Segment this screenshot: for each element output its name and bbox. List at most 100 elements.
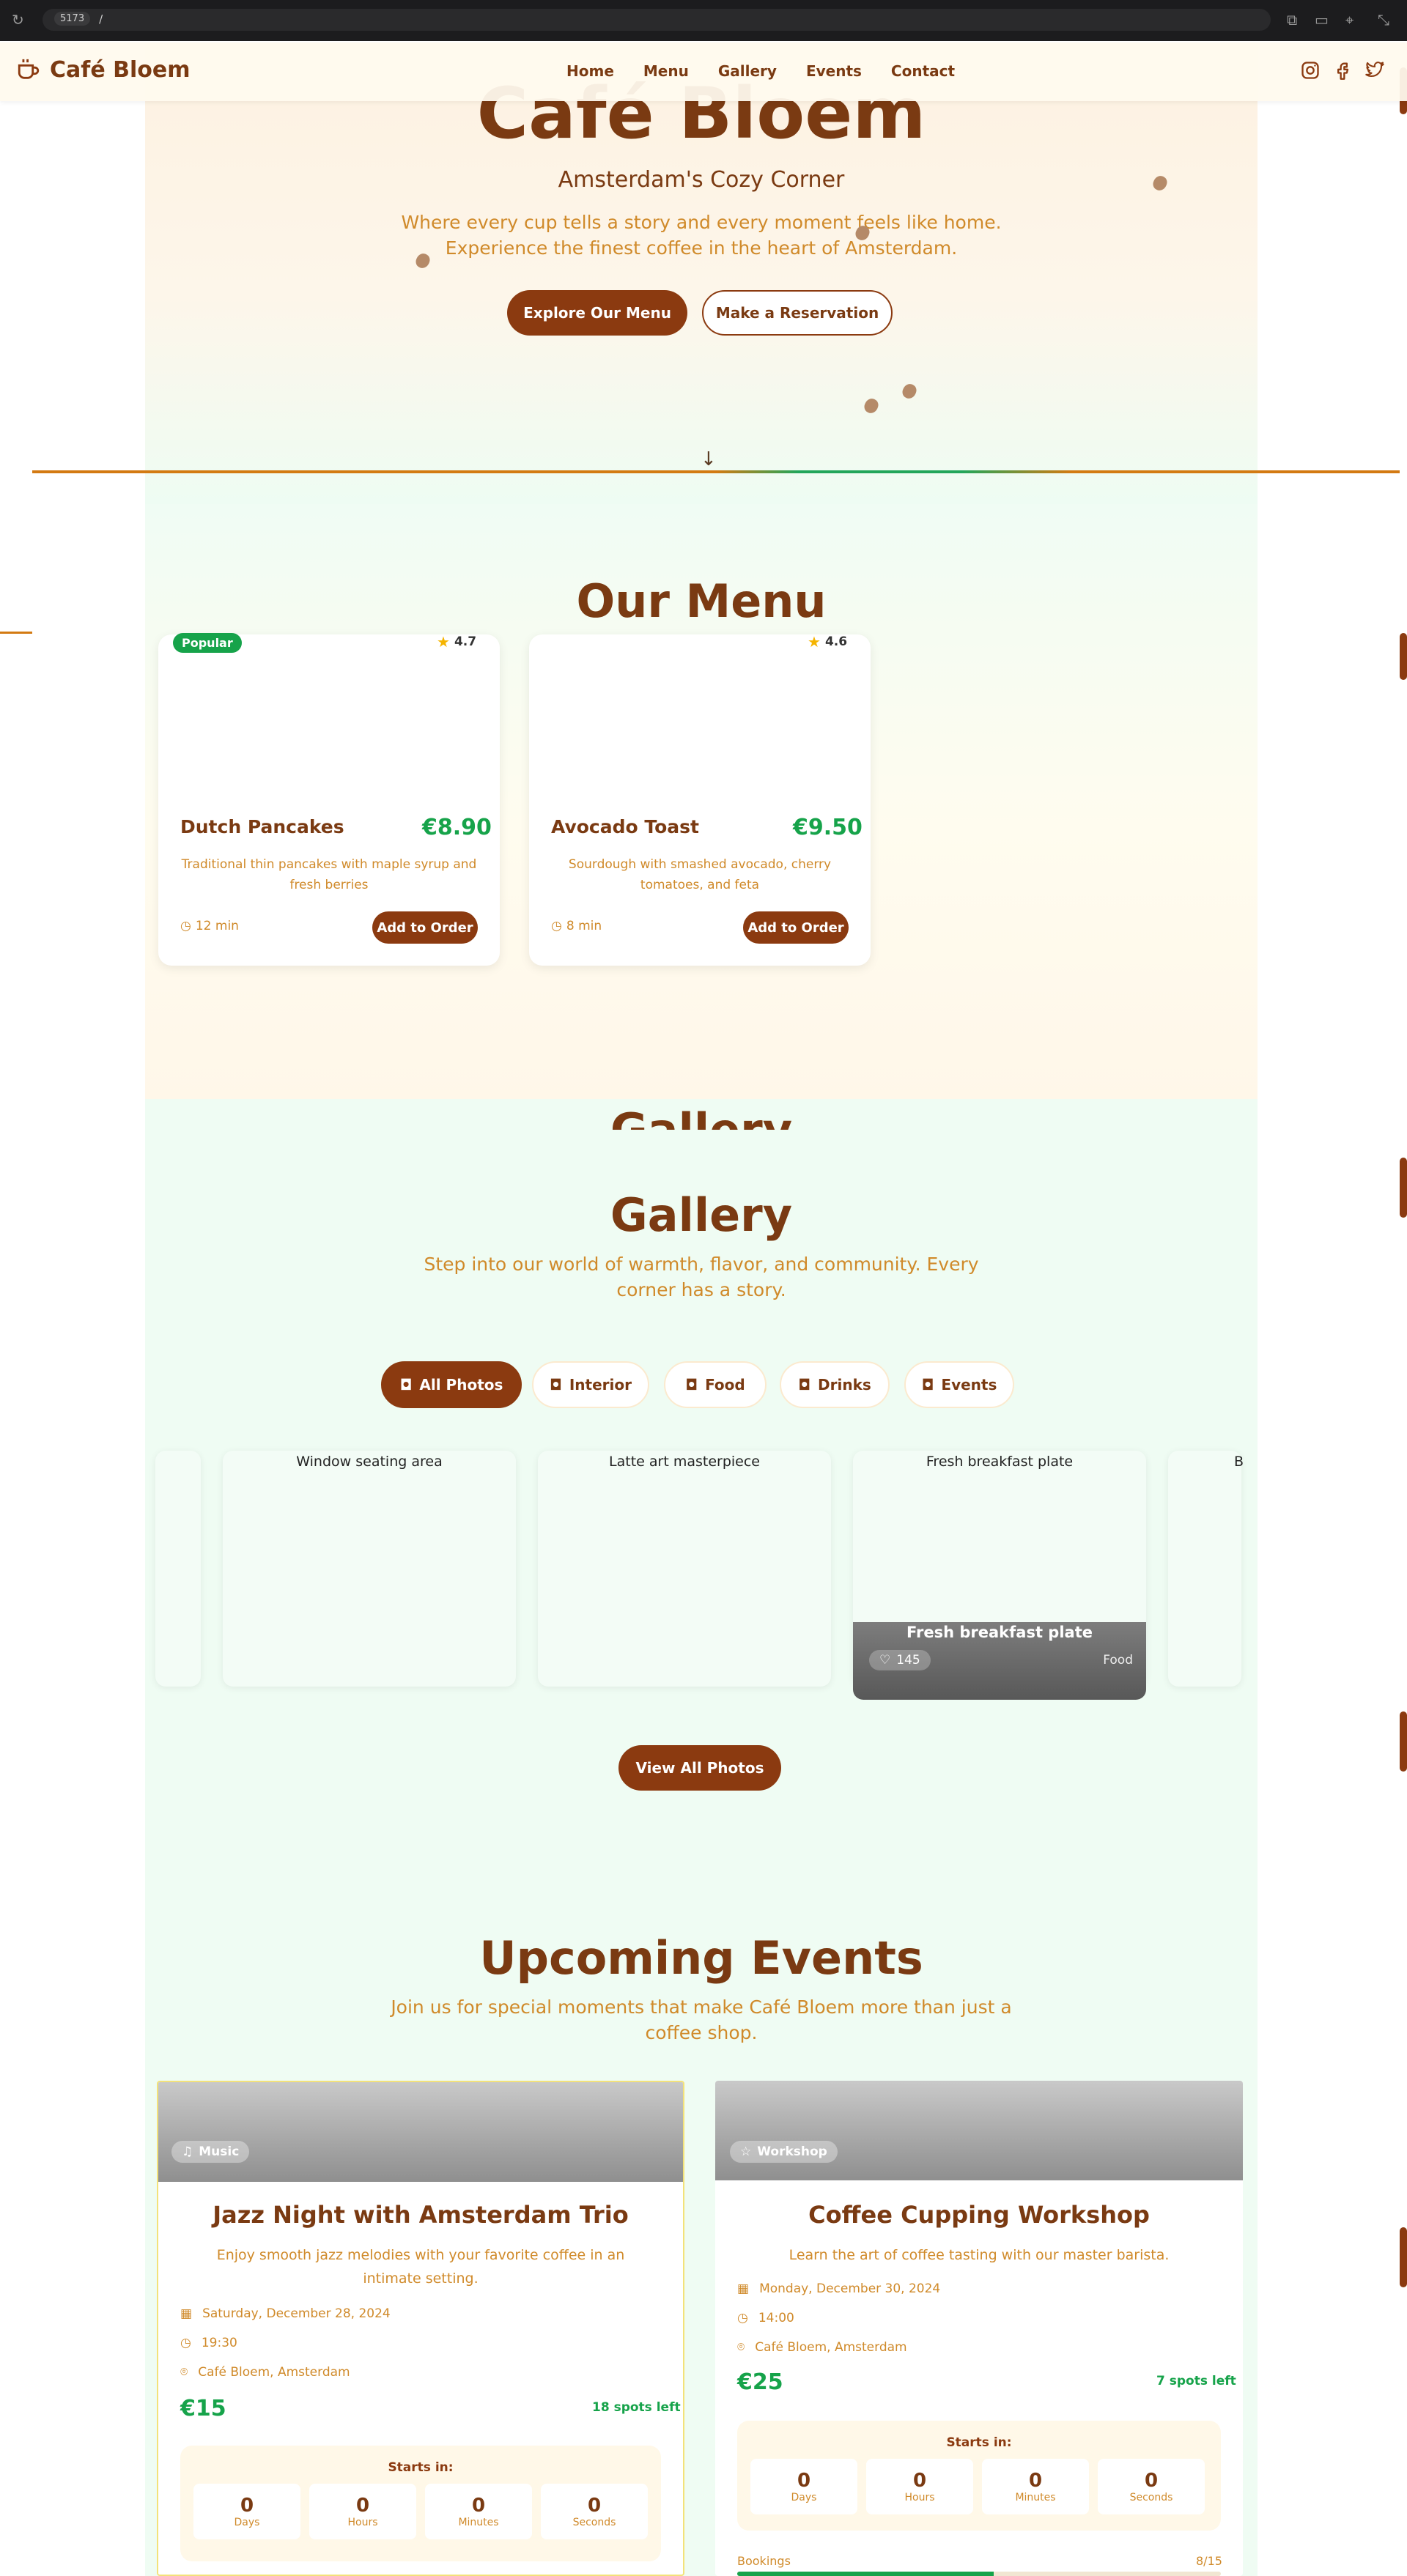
scrollbar-marker	[1400, 2227, 1407, 2287]
prep-time-value: 8 min	[566, 919, 602, 933]
countdown-minutes: 0 Minutes	[425, 2484, 532, 2539]
add-to-order-button[interactable]: Add to Order	[372, 911, 478, 944]
event-title: Coffee Cupping Workshop	[808, 2201, 1150, 2229]
reload-icon[interactable]: ↻	[12, 11, 24, 29]
countdown-seconds: 0 Seconds	[1098, 2459, 1205, 2514]
countdown-unit: Minutes	[458, 2517, 499, 2528]
filter-label: All Photos	[419, 1376, 503, 1394]
nav-link-menu[interactable]: Menu	[643, 61, 689, 81]
nav-link-events[interactable]: Events	[806, 61, 862, 81]
countdown-unit: Hours	[347, 2517, 378, 2528]
rating-value: 4.7	[454, 634, 477, 649]
rating: ★ 4.6	[808, 633, 847, 651]
event-time-text: 19:30	[201, 2336, 237, 2350]
event-image	[715, 2081, 1243, 2180]
countdown-seconds: 0 Seconds	[541, 2484, 648, 2539]
url-port: 5173	[54, 12, 91, 26]
event-tag: ☆ Workshop	[730, 2141, 838, 2163]
scrollbar-marker	[1400, 1158, 1407, 1218]
star-icon: ★	[808, 633, 821, 651]
address-bar[interactable]	[43, 9, 1271, 31]
rating: ★ 4.7	[437, 633, 476, 651]
facebook-icon[interactable]	[1332, 60, 1353, 81]
scroll-down-icon[interactable]: ↓	[701, 448, 717, 470]
event-image	[158, 2082, 683, 2182]
camera-icon: ◘	[798, 1376, 811, 1394]
event-date: ▦ Monday, December 30, 2024	[737, 2281, 940, 2296]
countdown-value: 0	[1144, 2470, 1159, 2492]
event-description: Learn the art of coffee tasting with our…	[789, 2247, 1170, 2263]
view-all-photos-button[interactable]: View All Photos	[618, 1745, 781, 1791]
prep-time: ◷ 8 min	[551, 919, 602, 933]
bookings-count: 8/15	[1196, 2554, 1222, 2568]
filter-food[interactable]: ◘ Food	[664, 1361, 767, 1408]
dish-name: Avocado Toast	[551, 816, 700, 837]
countdown-hours: 0 Hours	[866, 2459, 973, 2514]
countdown-value: 0	[471, 2495, 486, 2517]
filter-events[interactable]: ◘ Events	[904, 1361, 1014, 1408]
photo-card[interactable]: Latte art masterpiece	[538, 1451, 831, 1687]
star-outline-icon: ☆	[740, 2144, 752, 2159]
nav-link-home[interactable]: Home	[566, 61, 614, 81]
heart-icon: ♡	[879, 1653, 891, 1668]
countdown-boxes: 0 Days 0 Hours 0 Minutes 0 Seconds	[750, 2459, 1205, 2514]
photo-card[interactable]: Window seating area	[223, 1451, 516, 1687]
scroll-progress-bar	[32, 470, 1400, 473]
dish-price: €8.90	[422, 815, 492, 840]
countdown-hours: 0 Hours	[309, 2484, 416, 2539]
brand-name[interactable]: Café Bloem	[50, 57, 190, 84]
like-count: 145	[896, 1653, 920, 1668]
nav-link-gallery[interactable]: Gallery	[718, 61, 777, 81]
photo-hover-overlay: Fresh breakfast plate ♡ 145 Food	[853, 1622, 1146, 1700]
nav-links: Home Menu Gallery Events Contact	[566, 61, 984, 81]
event-price: €25	[737, 2369, 783, 2395]
photo-card-partial[interactable]: B	[1168, 1451, 1244, 1687]
hero-description: Where every cup tells a story and every …	[401, 212, 1002, 259]
event-date: ▦ Saturday, December 28, 2024	[180, 2306, 391, 2321]
countdown-unit: Seconds	[1129, 2492, 1173, 2503]
event-description: Enjoy smooth jazz melodies with your fav…	[216, 2247, 625, 2287]
dish-description: Sourdough with smashed avocado, cherry t…	[568, 857, 832, 892]
like-button[interactable]: ♡ 145	[869, 1650, 931, 1670]
calendar-icon: ▦	[737, 2281, 750, 2296]
photo-card-partial[interactable]	[155, 1451, 201, 1687]
countdown-minutes: 0 Minutes	[982, 2459, 1089, 2514]
menu-title: Our Menu	[576, 574, 827, 628]
event-date-text: Saturday, December 28, 2024	[202, 2306, 391, 2321]
countdown-value: 0	[240, 2495, 254, 2517]
camera-icon: ◘	[685, 1376, 698, 1394]
bookings-label: Bookings	[737, 2554, 791, 2568]
dish-price: €9.50	[793, 815, 863, 840]
filter-interior[interactable]: ◘ Interior	[532, 1361, 649, 1408]
bookings-progress	[737, 2572, 1221, 2576]
devices-icon[interactable]: ▭	[1315, 11, 1329, 29]
photo-alt-text: Window seating area	[296, 1454, 443, 1470]
explore-menu-button[interactable]: Explore Our Menu	[507, 290, 687, 336]
inspect-icon[interactable]: ⌖	[1345, 11, 1354, 29]
url-text: 5173 /	[54, 12, 103, 26]
gallery-title-ghost: Gallery	[145, 1108, 1258, 1130]
countdown-unit: Days	[234, 2517, 260, 2528]
nav-link-contact[interactable]: Contact	[891, 61, 955, 81]
open-tab-icon[interactable]: ⧉	[1287, 11, 1297, 29]
collapse-icon[interactable]: ⤡	[1378, 11, 1389, 29]
countdown-label: Starts in:	[388, 2460, 454, 2475]
bookings-progress-fill	[737, 2572, 994, 2576]
instagram-icon[interactable]	[1300, 60, 1321, 81]
twitter-icon[interactable]	[1364, 60, 1385, 81]
gallery-subtitle: Step into our world of warmth, flavor, a…	[424, 1254, 979, 1300]
event-tag: ♫ Music	[171, 2141, 250, 2163]
scroll-marker	[0, 632, 32, 634]
event-location: ⌾ Café Bloem, Amsterdam	[737, 2340, 907, 2355]
countdown-value: 0	[587, 2495, 602, 2517]
filter-drinks[interactable]: ◘ Drinks	[780, 1361, 890, 1408]
hero-subtitle: Amsterdam's Cozy Corner	[558, 167, 845, 193]
filter-all-photos[interactable]: ◘ All Photos	[381, 1361, 522, 1408]
event-price: €15	[180, 2396, 226, 2421]
event-time-text: 14:00	[758, 2311, 794, 2325]
prep-time-value: 12 min	[195, 919, 239, 933]
star-icon: ★	[437, 633, 450, 651]
reservation-button[interactable]: Make a Reservation	[702, 290, 893, 336]
add-to-order-button[interactable]: Add to Order	[743, 911, 849, 944]
countdown-value: 0	[355, 2495, 370, 2517]
